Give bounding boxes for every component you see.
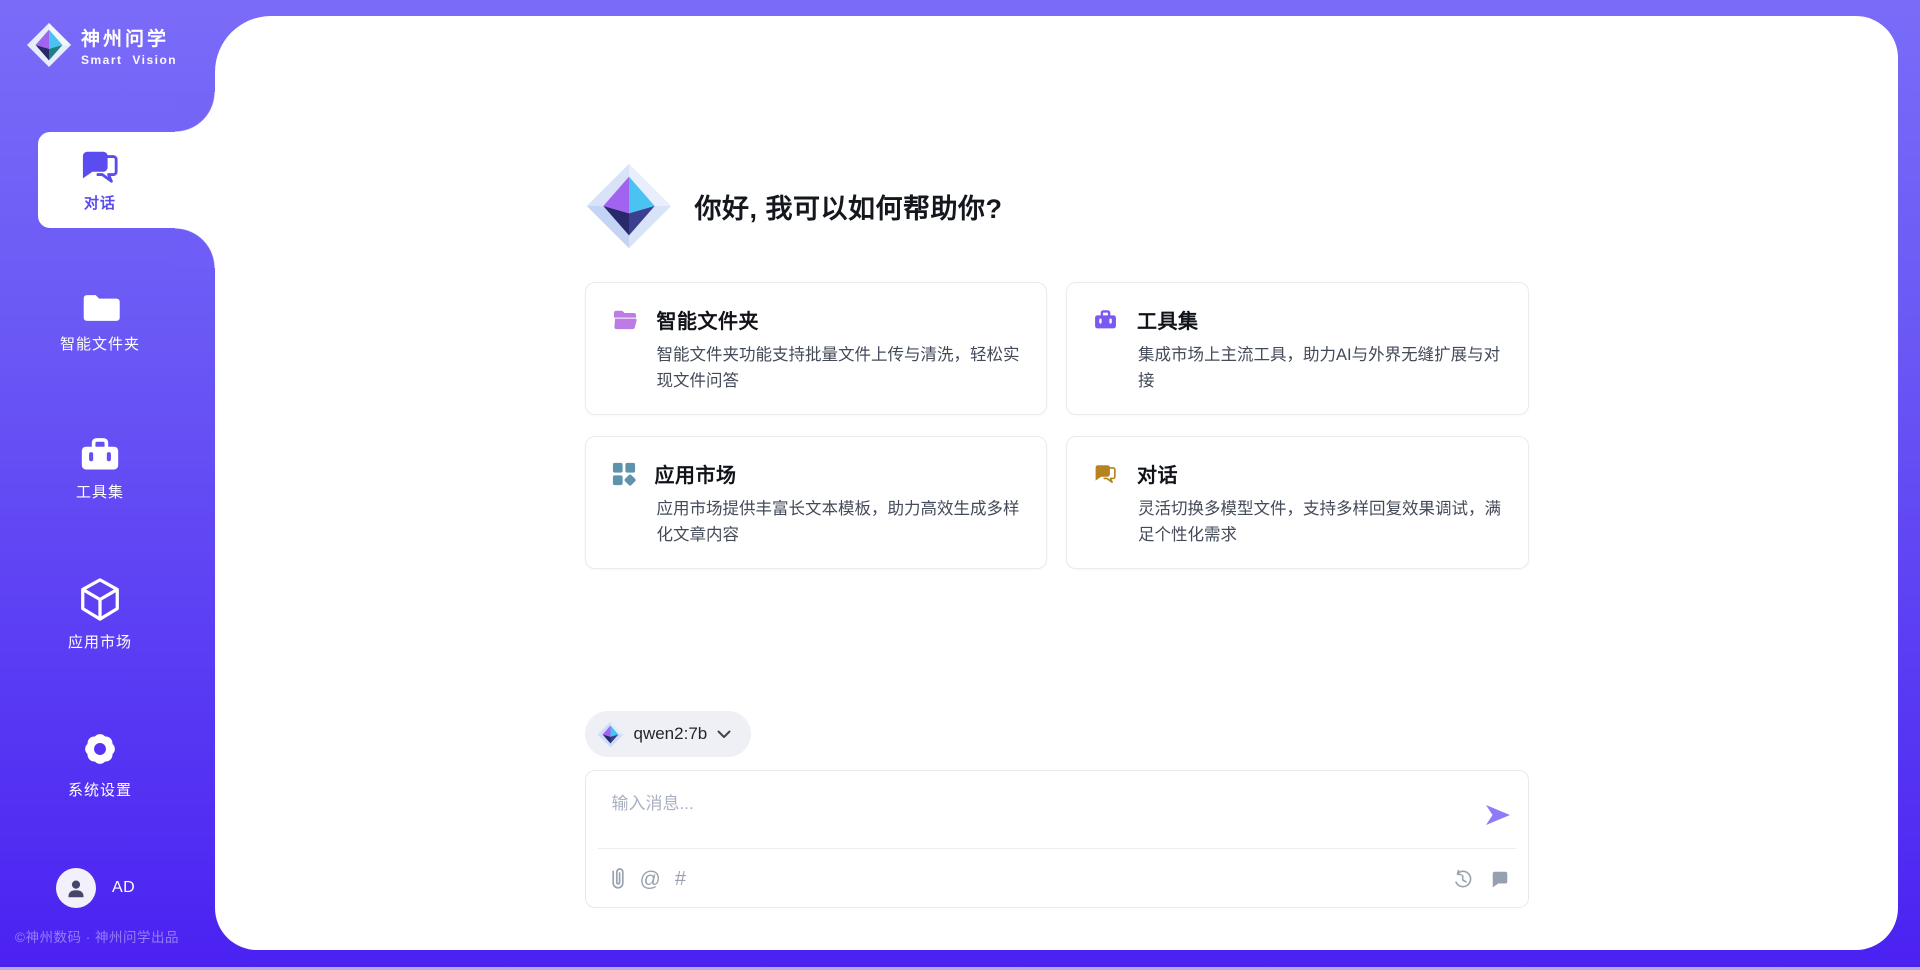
sidebar-item-label: 对话: [84, 192, 116, 213]
sidebar-item-app-market[interactable]: 应用市场: [0, 576, 200, 652]
send-button[interactable]: [1484, 801, 1512, 829]
brand-logo-icon: [26, 22, 72, 68]
card-app-market[interactable]: 应用市场 应用市场提供丰富长文本模板，助力高效生成多样化文章内容: [585, 436, 1048, 569]
folder-icon: [79, 290, 121, 326]
chat-icon: [1093, 463, 1118, 485]
chevron-down-icon: [717, 730, 731, 739]
tab-notch-bottom: [175, 228, 215, 268]
brand-name: 神州问学: [81, 24, 177, 51]
app-root: 神州问学 Smart Vision 对话 智能文件夹 工具集: [0, 0, 1920, 970]
folder-open-icon: [612, 308, 638, 331]
card-title: 工具集: [1137, 305, 1199, 334]
composer-divider: [598, 848, 1516, 849]
feature-cards: 智能文件夹 智能文件夹功能支持批量文件上传与清洗，轻松实现文件问答 工具集: [585, 282, 1529, 569]
card-title: 智能文件夹: [657, 305, 760, 334]
sidebar-item-label: 智能文件夹: [0, 333, 200, 354]
greeting: 你好, 我可以如何帮助你?: [585, 162, 1529, 250]
greeting-title: 你好, 我可以如何帮助你?: [695, 187, 1003, 226]
main-panel: 你好, 我可以如何帮助你? 智能文件夹 智能文件夹功能支持批量文件上传与清洗，轻…: [215, 16, 1898, 950]
model-name: qwen2:7b: [634, 724, 708, 744]
card-title: 应用市场: [655, 459, 737, 488]
sidebar-item-settings[interactable]: 系统设置: [0, 726, 200, 800]
cube-icon: [77, 576, 123, 624]
message-input[interactable]: [612, 789, 1424, 843]
tab-notch-top: [175, 92, 215, 132]
assistant-logo-icon: [585, 162, 673, 250]
brand: 神州问学 Smart Vision: [26, 22, 177, 68]
card-description: 应用市场提供丰富长文本模板，助力高效生成多样化文章内容: [657, 497, 1021, 548]
card-smart-folder[interactable]: 智能文件夹 智能文件夹功能支持批量文件上传与清洗，轻松实现文件问答: [585, 282, 1048, 415]
gear-icon: [77, 726, 123, 772]
comment-icon[interactable]: [1490, 869, 1510, 889]
message-input-box: @ #: [585, 770, 1529, 908]
topic-icon[interactable]: #: [675, 869, 686, 889]
sidebar-item-smart-folder[interactable]: 智能文件夹: [0, 290, 200, 354]
model-selector[interactable]: qwen2:7b: [585, 711, 752, 757]
card-description: 智能文件夹功能支持批量文件上传与清洗，轻松实现文件问答: [657, 343, 1021, 394]
briefcase-icon: [1093, 308, 1118, 331]
copyright: ©神州数码 · 神州问学出品: [15, 926, 179, 946]
user-name: AD: [112, 879, 135, 897]
brand-subtitle: Smart Vision: [81, 53, 177, 67]
sidebar-item-chat[interactable]: 对话: [38, 132, 220, 228]
mention-icon[interactable]: @: [640, 869, 661, 890]
user-row[interactable]: AD: [56, 868, 135, 908]
chat-icon: [79, 148, 121, 186]
send-icon: [1484, 801, 1512, 829]
sidebar-item-toolset[interactable]: 工具集: [0, 434, 200, 502]
sidebar-item-label: 系统设置: [0, 779, 200, 800]
sidebar-item-label: 应用市场: [0, 631, 200, 652]
avatar: [56, 868, 96, 908]
person-icon: [64, 876, 88, 900]
card-title: 对话: [1137, 459, 1178, 488]
card-chat[interactable]: 对话 灵活切换多模型文件，支持多样回复效果调试，满足个性化需求: [1066, 436, 1529, 569]
card-toolset[interactable]: 工具集 集成市场上主流工具，助力AI与外界无缝扩展与对接: [1066, 282, 1529, 415]
app-grid-icon: [612, 462, 636, 486]
sidebar-item-label: 工具集: [0, 481, 200, 502]
model-logo-icon: [597, 721, 624, 748]
card-description: 灵活切换多模型文件，支持多样回复效果调试，满足个性化需求: [1138, 497, 1502, 548]
history-icon[interactable]: [1452, 869, 1473, 890]
card-description: 集成市场上主流工具，助力AI与外界无缝扩展与对接: [1138, 343, 1502, 394]
composer-toolbar: @ #: [610, 857, 1510, 901]
attachment-icon[interactable]: [610, 867, 626, 891]
briefcase-icon: [78, 434, 122, 474]
